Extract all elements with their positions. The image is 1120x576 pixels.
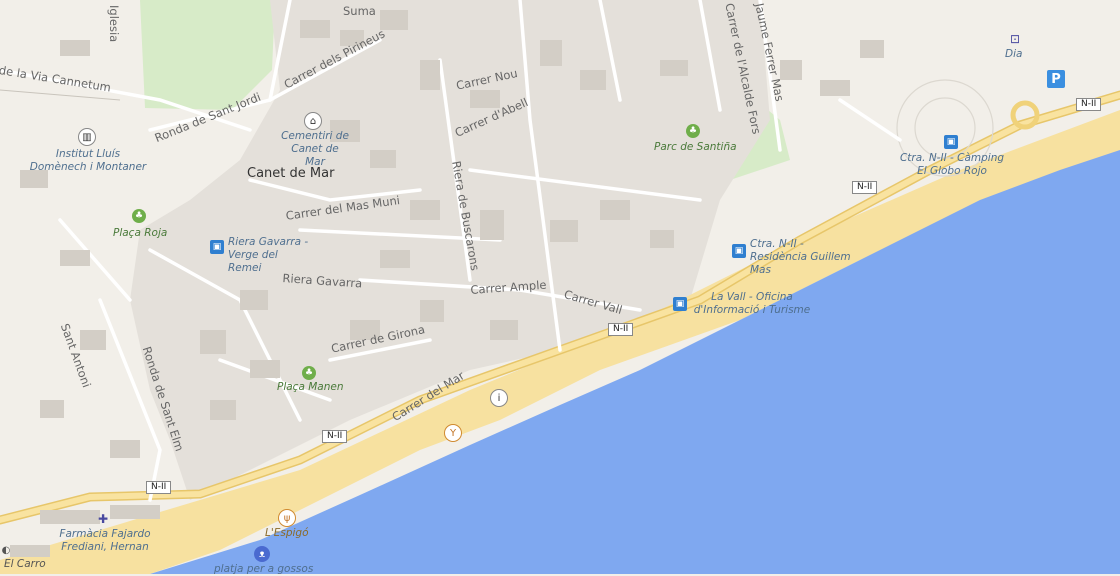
road-shield-n2: N-II [1076,98,1102,111]
restaurant-icon[interactable]: ψ [278,509,296,527]
road-shield-n2: N-II [146,481,172,494]
info-icon[interactable]: i [490,389,508,407]
school-icon[interactable]: ▥ [78,128,96,146]
location-icon[interactable]: ◐ [0,544,12,556]
poi-platja-gossos[interactable]: platja per a gossos [214,563,313,576]
poi-placa-manen[interactable]: Plaça Manen [277,381,344,394]
poi-espigo[interactable]: L'Espigó [265,527,309,540]
tree-icon[interactable]: ♣ [132,209,146,223]
road-shield-n2: N-II [322,430,348,443]
bus-stop-icon[interactable]: ▣ [944,135,958,149]
poi-dia[interactable]: Dia [1005,48,1022,61]
parking-icon[interactable]: P [1047,70,1065,88]
pharmacy-icon[interactable]: ✚ [96,512,110,526]
poi-farmacia[interactable]: Farmàcia Fajardo Frediani, Hernan [50,528,160,554]
cemetery-icon[interactable]: ⌂ [304,112,322,130]
bus-stop-icon[interactable]: ▣ [673,297,687,311]
poi-la-vall[interactable]: La Vall - Oficina d'Informació i Turisme [690,291,814,317]
poi-riera-gavarra-stop[interactable]: Riera Gavarra - Verge del Remei [228,236,314,275]
bus-stop-icon[interactable]: ▣ [210,240,224,254]
poi-parc-santina[interactable]: Parc de Santiña [654,141,737,154]
poi-ctra-camping[interactable]: Ctra. N-II - Càmping El Globo Rojo [896,152,1008,178]
street-iglesia: Iglesia [107,5,121,43]
road-shield-n2: N-II [608,323,634,336]
poi-ctra-residencia[interactable]: Ctra. N-II - Residència Guillem Mas [750,238,860,277]
poi-cementiri[interactable]: Cementiri de Canet de Mar [280,130,350,169]
poi-placa-roja[interactable]: Plaça Roja [113,227,167,240]
dog-icon[interactable]: ᴥ [254,546,270,562]
poi-el-carro[interactable]: El Carro [4,558,46,571]
tree-icon[interactable]: ♣ [302,366,316,380]
tree-icon[interactable]: ♣ [686,124,700,138]
road-shield-n2: N-II [852,181,878,194]
shopping-cart-icon[interactable]: ⊡ [1008,32,1022,46]
bar-icon[interactable]: Y [444,424,462,442]
bus-stop-icon[interactable]: ▣ [732,244,746,258]
street-suma: Suma [343,4,376,18]
poi-institut[interactable]: Institut Lluís Domènech i Montaner [27,148,149,174]
